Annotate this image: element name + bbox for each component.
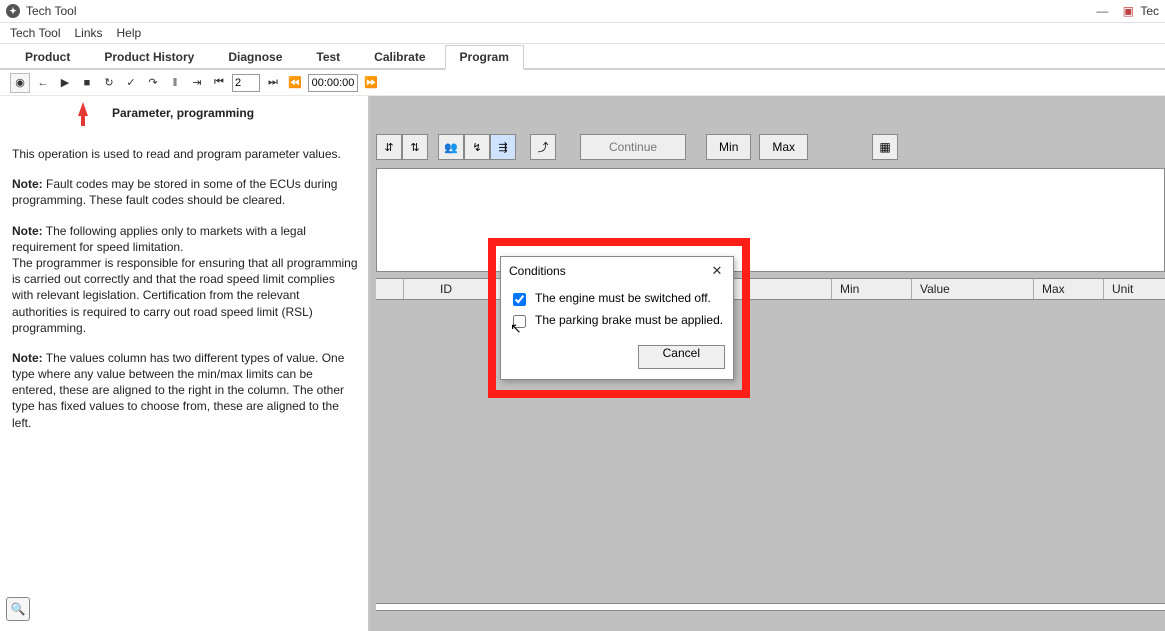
continue-button[interactable]: Continue — [580, 134, 686, 160]
dialog-title: Conditions — [509, 264, 566, 278]
condition-row-2: The parking brake must be applied. — [509, 313, 725, 331]
check-icon[interactable]: ✓ — [122, 73, 140, 93]
section-title: Parameter, programming — [112, 106, 358, 120]
note1-label: Note: — [12, 177, 43, 191]
condition-2-text: The parking brake must be applied. — [535, 313, 723, 327]
th-value[interactable]: Value — [912, 279, 1034, 299]
min-button[interactable]: Min — [706, 134, 751, 160]
group-icon-1[interactable]: 👥 — [438, 134, 464, 160]
th-id[interactable]: ID — [432, 279, 492, 299]
step-value-input[interactable] — [232, 74, 260, 92]
magnifier-icon: 🔍 — [11, 602, 26, 616]
th-max[interactable]: Max — [1034, 279, 1104, 299]
intro-text: This operation is used to read and progr… — [12, 146, 358, 162]
title-bar: ✦ Tech Tool — ▣ Tec — [0, 0, 1165, 22]
note1: Note: Fault codes may be stored in some … — [12, 176, 358, 208]
cancel-button[interactable]: Cancel — [638, 345, 725, 369]
note2: Note: The following applies only to mark… — [12, 223, 358, 255]
menu-help[interactable]: Help — [117, 26, 142, 40]
th-blank — [376, 279, 404, 299]
condition-row-1: The engine must be switched off. — [509, 291, 725, 309]
back-icon[interactable]: ← — [34, 73, 52, 93]
dialog-titlebar: Conditions ✕ — [501, 257, 733, 285]
note2-para: The programmer is responsible for ensuri… — [12, 255, 358, 336]
toolbar: ◉ ← ▶ ■ ↻ ✓ ↷ ‖ ⇥ ⏮ ⏭ ⏪ ⏩ — [0, 70, 1165, 96]
note3: Note: The values column has two differen… — [12, 350, 358, 431]
export-icon[interactable]: ⤴ — [530, 134, 556, 160]
th-min[interactable]: Min — [832, 279, 912, 299]
right-panel: ⇵ ⇅ 👥 ↯ ⇶ ⤴ Continue Min Max ▦ ID Name M… — [370, 96, 1165, 631]
tab-program[interactable]: Program — [445, 45, 524, 70]
annotation-arrow — [78, 102, 88, 116]
menu-techtool[interactable]: Tech Tool — [10, 26, 60, 40]
right-toolbar: ⇵ ⇅ 👥 ↯ ⇶ ⤴ Continue Min Max ▦ — [376, 130, 1165, 164]
detail-box — [376, 168, 1165, 272]
note2-label: Note: — [12, 224, 43, 238]
note2-text: The following applies only to markets wi… — [12, 224, 306, 254]
note3-label: Note: — [12, 351, 43, 365]
rewind-icon[interactable]: ⏪ — [286, 73, 304, 93]
dialog-body: The engine must be switched off. The par… — [501, 285, 733, 345]
app-icon: ✦ — [6, 4, 20, 18]
status-icon: ▣ — [1120, 3, 1136, 19]
condition-1-text: The engine must be switched off. — [535, 291, 711, 305]
stop-icon[interactable]: ■ — [78, 73, 96, 93]
group-icon-3[interactable]: ⇶ — [490, 134, 516, 160]
step-over-icon[interactable]: ↷ — [144, 73, 162, 93]
forward-icon[interactable]: ⏩ — [362, 73, 380, 93]
pause-icon[interactable]: ‖ — [166, 73, 184, 93]
last-icon[interactable]: ⏭ — [264, 73, 282, 93]
close-icon[interactable]: ✕ — [709, 263, 725, 279]
tab-test[interactable]: Test — [301, 45, 355, 68]
max-button[interactable]: Max — [759, 134, 808, 160]
bottom-strip — [376, 603, 1165, 611]
tab-calibrate[interactable]: Calibrate — [359, 45, 440, 68]
group-icon-2[interactable]: ↯ — [464, 134, 490, 160]
menu-bar: Tech Tool Links Help — [0, 22, 1165, 44]
note1-text: Fault codes may be stored in some of the… — [12, 177, 337, 207]
condition-1-checkbox[interactable] — [513, 293, 526, 306]
step-icon[interactable]: ⇥ — [188, 73, 206, 93]
grid-icon[interactable]: ▦ — [872, 134, 898, 160]
main-tabs: Product Product History Diagnose Test Ca… — [0, 44, 1165, 70]
tree-icon-2[interactable]: ⇅ — [402, 134, 428, 160]
window-title: Tech Tool — [26, 4, 1084, 18]
play-icon[interactable]: ▶ — [56, 73, 74, 93]
first-icon[interactable]: ⏮ — [210, 73, 228, 93]
note3-text: The values column has two different type… — [12, 351, 344, 430]
dialog-footer: Cancel — [501, 345, 733, 379]
left-panel: Parameter, programming This operation is… — [0, 96, 370, 631]
target-icon[interactable]: ◉ — [10, 73, 30, 93]
tree-icon-1[interactable]: ⇵ — [376, 134, 402, 160]
time-input[interactable] — [308, 74, 358, 92]
minimize-button[interactable]: — — [1084, 1, 1120, 21]
zoom-button[interactable]: 🔍 — [6, 597, 30, 621]
menu-links[interactable]: Links — [74, 26, 102, 40]
tab-diagnose[interactable]: Diagnose — [213, 45, 297, 68]
condition-2-checkbox[interactable] — [513, 315, 526, 328]
th-unit[interactable]: Unit — [1104, 279, 1165, 299]
tab-product-history[interactable]: Product History — [89, 45, 209, 68]
table-header: ID Name Min Value Max Unit — [376, 278, 1165, 300]
conditions-dialog: Conditions ✕ The engine must be switched… — [500, 256, 734, 380]
tab-product[interactable]: Product — [10, 45, 85, 68]
refresh-icon[interactable]: ↻ — [100, 73, 118, 93]
right-label: Tec — [1140, 4, 1159, 18]
